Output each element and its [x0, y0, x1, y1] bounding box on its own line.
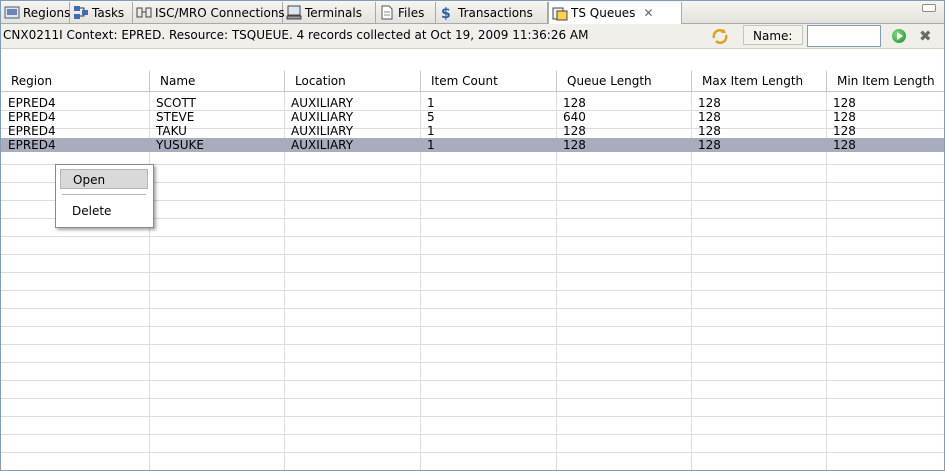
name-label: Name: [753, 29, 793, 43]
tab-label: TS Queues [571, 6, 636, 20]
cell-max-item-length: 128 [698, 110, 721, 124]
cell-max-item-length: 128 [698, 138, 721, 152]
column-header-max-item-length[interactable]: Max Item Length [692, 71, 827, 91]
svg-text:$: $ [441, 6, 451, 20]
tab-files[interactable]: Files [376, 2, 436, 23]
tab-label: Regions [23, 5, 71, 20]
cell-item-count: 1 [427, 96, 435, 110]
cell-max-item-length: 128 [698, 124, 721, 138]
column-header-queue-length[interactable]: Queue Length [557, 71, 692, 91]
cell-min-item-length: 128 [833, 96, 856, 110]
cell-name: TAKU [156, 124, 187, 138]
table-body: EPRED4 SCOTT AUXILIARY 1 128 128 128 EPR… [1, 92, 944, 470]
ts-queues-view: Regions Tasks ISC/MRO Connections Termin… [0, 0, 945, 471]
column-header-location[interactable]: Location [285, 71, 421, 91]
tab-label: Transactions [458, 5, 533, 20]
cell-region: EPRED4 [8, 124, 56, 138]
transactions-icon: $ [439, 5, 455, 22]
cell-location: AUXILIARY [291, 110, 354, 124]
cell-queue-length: 128 [563, 138, 586, 152]
cell-item-count: 1 [427, 138, 435, 152]
row-divider [1, 398, 944, 399]
cell-min-item-length: 128 [833, 110, 856, 124]
minimize-icon[interactable] [922, 4, 936, 12]
table-row[interactable]: EPRED4 TAKU AUXILIARY 1 128 128 128 [1, 124, 944, 138]
name-filter-input[interactable] [807, 25, 881, 47]
row-divider [1, 380, 944, 381]
column-header-item-count[interactable]: Item Count [421, 71, 557, 91]
tab-tasks[interactable]: Tasks [70, 2, 133, 23]
column-header-min-item-length[interactable]: Min Item Length [827, 71, 944, 91]
table-row-selected[interactable]: EPRED4 YUSUKE AUXILIARY 1 128 128 128 [1, 138, 944, 152]
tab-label: ISC/MRO Connections [155, 5, 285, 20]
tab-label: Files [398, 5, 425, 20]
cell-min-item-length: 128 [833, 138, 856, 152]
cell-queue-length: 128 [563, 124, 586, 138]
menu-item-delete[interactable]: Delete [60, 201, 148, 221]
tasks-icon [73, 5, 89, 20]
files-icon [379, 5, 395, 20]
cell-name: YUSUKE [156, 138, 204, 152]
go-icon[interactable] [892, 29, 906, 43]
ts-queues-icon [552, 6, 568, 21]
tab-regions[interactable]: Regions [1, 2, 70, 23]
clear-filter-icon[interactable]: ✖ [919, 27, 932, 45]
row-divider [1, 344, 944, 345]
cell-name: SCOTT [156, 96, 196, 110]
row-divider [1, 326, 944, 327]
cell-location: AUXILIARY [291, 96, 354, 110]
refresh-icon[interactable] [710, 27, 730, 45]
cell-region: EPRED4 [8, 96, 56, 110]
cell-region: EPRED4 [8, 138, 56, 152]
connections-icon [136, 5, 152, 20]
cell-queue-length: 640 [563, 110, 586, 124]
column-header-region[interactable]: Region [1, 71, 150, 91]
cell-item-count: 5 [427, 110, 435, 124]
tab-transactions[interactable]: $ Transactions [436, 2, 548, 23]
context-menu: Open Delete [55, 164, 154, 228]
cell-item-count: 1 [427, 124, 435, 138]
row-divider [1, 236, 944, 237]
tab-ts-queues[interactable]: TS Queues ✕ [548, 2, 682, 24]
row-divider [1, 272, 944, 273]
cell-min-item-length: 128 [833, 124, 856, 138]
row-divider [1, 290, 944, 291]
row-divider [1, 416, 944, 417]
tab-isc-mro-connections[interactable]: ISC/MRO Connections [133, 2, 285, 23]
terminals-icon [286, 5, 302, 20]
column-header-name[interactable]: Name [150, 71, 285, 91]
tab-terminals[interactable]: Terminals [283, 2, 376, 23]
cell-location: AUXILIARY [291, 124, 354, 138]
row-divider [1, 452, 944, 453]
row-divider [1, 254, 944, 255]
regions-icon [4, 5, 20, 20]
cell-max-item-length: 128 [698, 96, 721, 110]
tab-label: Tasks [92, 5, 125, 20]
row-divider [1, 308, 944, 309]
cell-name: STEVE [156, 110, 195, 124]
tab-label: Terminals [305, 5, 362, 20]
menu-separator [62, 194, 146, 195]
context-status-text: CNX0211I Context: EPRED. Resource: TSQUE… [3, 28, 589, 42]
menu-item-open[interactable]: Open [60, 169, 148, 189]
view-toolbar: CNX0211I Context: EPRED. Resource: TSQUE… [1, 24, 944, 49]
table-row[interactable]: EPRED4 STEVE AUXILIARY 5 640 128 128 [1, 110, 944, 124]
table-row[interactable]: EPRED4 SCOTT AUXILIARY 1 128 128 128 [1, 96, 944, 110]
row-divider [1, 362, 944, 363]
view-tab-bar: Regions Tasks ISC/MRO Connections Termin… [1, 1, 944, 24]
cell-region: EPRED4 [8, 110, 56, 124]
cell-location: AUXILIARY [291, 138, 354, 152]
table-header: Region Name Location Item Count Queue Le… [1, 71, 944, 92]
row-divider [1, 434, 944, 435]
close-icon[interactable]: ✕ [643, 6, 653, 20]
cell-queue-length: 128 [563, 96, 586, 110]
